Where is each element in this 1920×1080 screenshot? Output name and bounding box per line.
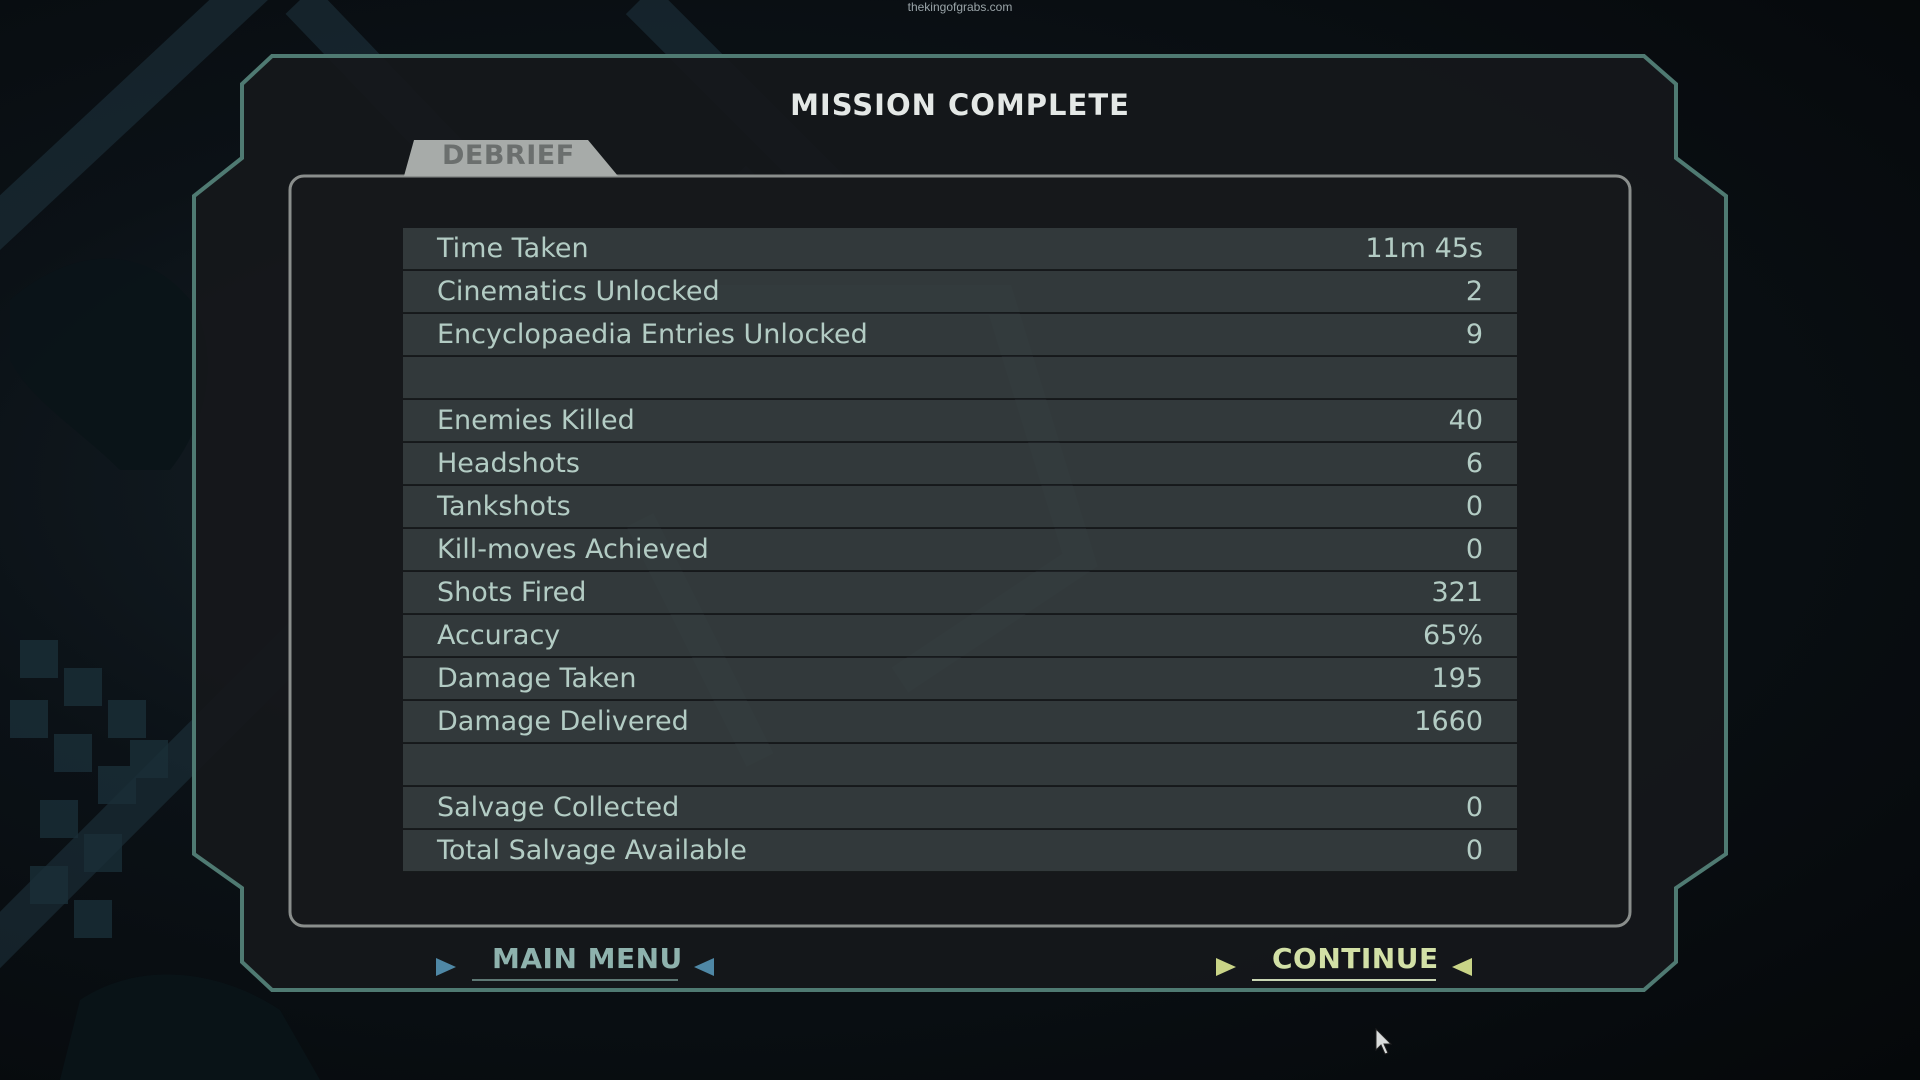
stat-value: 2 (1465, 276, 1483, 307)
stat-row-damage-taken: Damage Taken 195 (403, 658, 1517, 700)
stat-value: 1660 (1414, 706, 1483, 737)
stat-row-damage-delivered: Damage Delivered 1660 (403, 701, 1517, 743)
stat-row-headshots: Headshots 6 (403, 443, 1517, 485)
main-menu-underline (472, 979, 678, 981)
stat-label: Time Taken (437, 233, 589, 264)
stat-label: Salvage Collected (437, 792, 680, 823)
stat-row-enemies-killed: Enemies Killed 40 (403, 400, 1517, 442)
stat-value: 40 (1448, 405, 1483, 436)
stat-label: Enemies Killed (437, 405, 635, 436)
stat-row-tankshots: Tankshots 0 (403, 486, 1517, 528)
continue-underline (1252, 979, 1436, 981)
main-menu-button[interactable]: MAIN MENU (472, 942, 692, 982)
stat-row-time-taken: Time Taken 11m 45s (403, 228, 1517, 270)
stat-label: Shots Fired (437, 577, 587, 608)
stat-label: Cinematics Unlocked (437, 276, 720, 307)
stat-label: Encyclopaedia Entries Unlocked (437, 319, 868, 350)
stat-value: 0 (1465, 792, 1483, 823)
stat-value: 321 (1431, 577, 1483, 608)
stat-label: Damage Delivered (437, 706, 689, 737)
stats-table: Time Taken 11m 45s Cinematics Unlocked 2… (403, 228, 1517, 873)
arrow-right-icon (436, 958, 456, 976)
stat-label: Total Salvage Available (437, 835, 747, 866)
stat-value: 0 (1465, 491, 1483, 522)
stat-row-blank (403, 744, 1517, 786)
arrow-left-icon (694, 958, 714, 976)
stat-row-salvage-collected: Salvage Collected 0 (403, 787, 1517, 829)
debrief-tab-label: DEBRIEF (442, 140, 575, 171)
stat-row-cinematics-unlocked: Cinematics Unlocked 2 (403, 271, 1517, 313)
stat-label: Damage Taken (437, 663, 637, 694)
stat-row-accuracy: Accuracy 65% (403, 615, 1517, 657)
stat-value: 11m 45s (1365, 233, 1483, 264)
mouse-cursor-icon (1375, 1028, 1393, 1055)
stat-row-kill-moves: Kill-moves Achieved 0 (403, 529, 1517, 571)
stat-value: 195 (1431, 663, 1483, 694)
stat-label: Tankshots (437, 491, 571, 522)
continue-button[interactable]: CONTINUE (1252, 942, 1452, 982)
arrow-right-icon (1216, 958, 1236, 976)
stat-value: 0 (1465, 534, 1483, 565)
stat-row-total-salvage: Total Salvage Available 0 (403, 830, 1517, 872)
stat-value: 0 (1465, 835, 1483, 866)
stat-row-shots-fired: Shots Fired 321 (403, 572, 1517, 614)
stat-row-encyclopaedia-entries: Encyclopaedia Entries Unlocked 9 (403, 314, 1517, 356)
stat-label: Kill-moves Achieved (437, 534, 709, 565)
stat-value: 6 (1465, 448, 1483, 479)
screen-title: MISSION COMPLETE (790, 88, 1130, 122)
stat-row-blank (403, 357, 1517, 399)
stat-value: 65% (1422, 620, 1483, 651)
stat-value: 9 (1465, 319, 1483, 350)
stat-label: Headshots (437, 448, 580, 479)
main-menu-label: MAIN MENU (492, 942, 683, 975)
continue-label: CONTINUE (1272, 942, 1439, 975)
stat-label: Accuracy (437, 620, 561, 651)
arrow-left-icon (1452, 958, 1472, 976)
